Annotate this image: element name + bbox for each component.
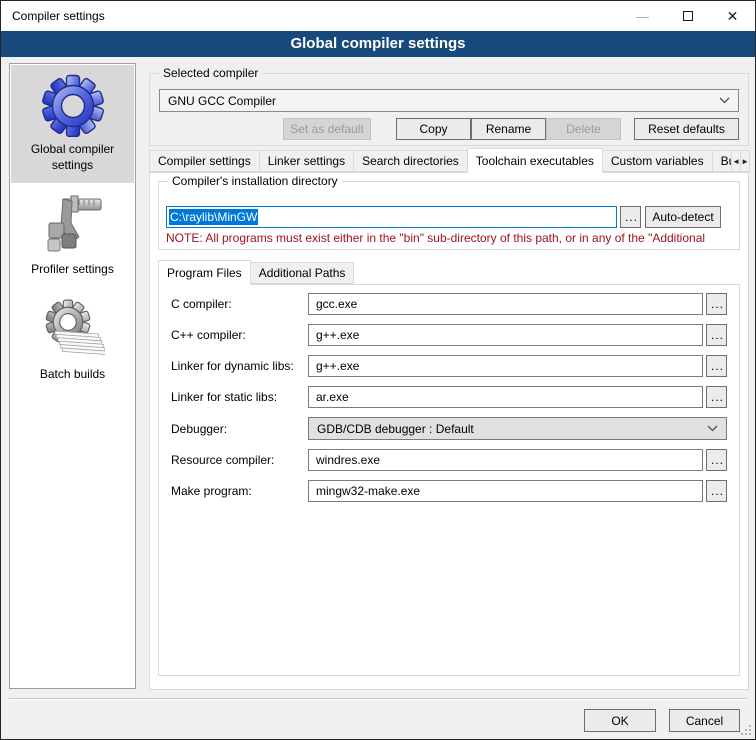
maximize-icon bbox=[683, 11, 693, 21]
field-row: C compiler: gcc.exe... bbox=[171, 293, 727, 315]
field-row: Debugger: GDB/CDB debugger : Default bbox=[171, 417, 727, 440]
field-label: Debugger: bbox=[171, 422, 308, 436]
minimize-button[interactable]: — bbox=[620, 1, 665, 31]
linker-for-dynamic-libs-browse-button[interactable]: ... bbox=[706, 355, 727, 377]
debugger-select[interactable]: GDB/CDB debugger : Default bbox=[308, 417, 727, 440]
input-value: gcc.exe bbox=[316, 297, 357, 311]
caliper-icon bbox=[41, 193, 105, 257]
resource-compiler-input[interactable]: windres.exe bbox=[308, 449, 703, 471]
installation-directory-group: Compiler's installation directory C:\ray… bbox=[158, 181, 740, 250]
installation-directory-group-label: Compiler's installation directory bbox=[168, 174, 342, 188]
directory-browse-button[interactable]: ... bbox=[620, 206, 641, 228]
tab-custom-variables[interactable]: Custom variables bbox=[602, 150, 713, 172]
rename-button[interactable]: Rename bbox=[471, 118, 546, 140]
compiler-actions: Set as default CopyRenameDelete Reset defa… bbox=[159, 118, 739, 140]
subtab-additional-paths[interactable]: Additional Paths bbox=[250, 262, 355, 284]
program-files-page: C compiler: gcc.exe... C++ compiler: g++… bbox=[158, 284, 740, 676]
bin-subdirectory-note: NOTE: All programs must exist either in … bbox=[166, 231, 732, 245]
settings-tabs: Compiler settingsLinker settingsSearch d… bbox=[149, 148, 749, 172]
selected-compiler-group-label: Selected compiler bbox=[159, 66, 262, 80]
title-bar: Compiler settings — ✕ bbox=[1, 1, 755, 31]
auto-detect-button[interactable]: Auto-detect bbox=[645, 206, 721, 228]
footer-divider bbox=[9, 698, 747, 700]
close-button[interactable]: ✕ bbox=[710, 1, 755, 31]
set-as-default-button[interactable]: Set as default bbox=[283, 118, 371, 140]
input-value: g++.exe bbox=[316, 328, 359, 342]
c-compiler-browse-button[interactable]: ... bbox=[706, 324, 727, 346]
resource-compiler-browse-button[interactable]: ... bbox=[706, 449, 727, 471]
field-label: Resource compiler: bbox=[171, 453, 308, 467]
toolchain-executables-page: Compiler's installation directory C:\ray… bbox=[149, 172, 749, 690]
program-files-tabs: Program FilesAdditional Paths bbox=[158, 260, 740, 284]
field-label: Linker for dynamic libs: bbox=[171, 359, 308, 373]
page-title: Global compiler settings bbox=[1, 31, 755, 57]
selected-compiler-group: Selected compiler GNU GCC Compiler Set a… bbox=[149, 73, 749, 146]
delete-button[interactable]: Delete bbox=[546, 118, 621, 140]
linker-for-static-libs-input[interactable]: ar.exe bbox=[308, 386, 703, 408]
input-value: ar.exe bbox=[316, 390, 349, 404]
input-value: g++.exe bbox=[316, 359, 359, 373]
window-controls: — ✕ bbox=[620, 1, 755, 31]
field-row: Make program: mingw32-make.exe... bbox=[171, 480, 727, 502]
c-compiler-input[interactable]: gcc.exe bbox=[308, 293, 703, 315]
ok-button[interactable]: OK bbox=[584, 709, 656, 732]
make-program-input[interactable]: mingw32-make.exe bbox=[308, 480, 703, 502]
compiler-select-value: GNU GCC Compiler bbox=[168, 94, 276, 108]
reset-defaults-button[interactable]: Reset defaults bbox=[634, 118, 739, 140]
input-value: mingw32-make.exe bbox=[316, 484, 420, 498]
installation-directory-row: C:\raylib\MinGW ... Auto-detect bbox=[166, 206, 732, 228]
linker-for-static-libs-browse-button[interactable]: ... bbox=[706, 386, 727, 408]
field-label: Make program: bbox=[171, 484, 308, 498]
installation-directory-value: C:\raylib\MinGW bbox=[169, 209, 258, 225]
settings-category-list: Global compiler settings Profiler settin… bbox=[9, 63, 136, 689]
chevron-down-icon bbox=[719, 97, 730, 104]
field-label: C++ compiler: bbox=[171, 328, 308, 342]
tab-toolchain-executables[interactable]: Toolchain executables bbox=[467, 148, 603, 173]
subtab-program-files[interactable]: Program Files bbox=[158, 260, 251, 285]
gear-stack-icon bbox=[41, 298, 105, 362]
c-compiler-input[interactable]: g++.exe bbox=[308, 324, 703, 346]
copy-button[interactable]: Copy bbox=[396, 118, 471, 140]
field-row: C++ compiler: g++.exe... bbox=[171, 324, 727, 346]
linker-for-dynamic-libs-input[interactable]: g++.exe bbox=[308, 355, 703, 377]
field-label: Linker for static libs: bbox=[171, 390, 308, 404]
tab-builc[interactable]: Builc bbox=[712, 150, 733, 172]
arrow-left-icon: ◄ bbox=[732, 157, 740, 166]
tab-linker-settings[interactable]: Linker settings bbox=[259, 150, 354, 172]
c-compiler-browse-button[interactable]: ... bbox=[706, 293, 727, 315]
sidebar-item-batch-builds[interactable]: Batch builds bbox=[11, 290, 134, 392]
select-value: GDB/CDB debugger : Default bbox=[317, 422, 474, 436]
cancel-button[interactable]: Cancel bbox=[669, 709, 740, 732]
sidebar-item-profiler-settings[interactable]: Profiler settings bbox=[11, 185, 134, 287]
tab-scroll-right-button[interactable]: ► bbox=[740, 150, 750, 172]
minimize-icon: — bbox=[636, 9, 649, 24]
window-title: Compiler settings bbox=[12, 9, 105, 23]
close-icon: ✕ bbox=[727, 8, 739, 25]
gear-blue-icon bbox=[41, 73, 105, 137]
compiler-select[interactable]: GNU GCC Compiler bbox=[159, 89, 739, 112]
main-panel: Selected compiler GNU GCC Compiler Set a… bbox=[149, 63, 749, 690]
chevron-down-icon bbox=[707, 425, 718, 432]
dialog-footer: OK Cancel bbox=[584, 709, 740, 732]
tab-compiler-settings[interactable]: Compiler settings bbox=[149, 150, 260, 172]
maximize-button[interactable] bbox=[665, 1, 710, 31]
resize-grip[interactable] bbox=[741, 725, 752, 736]
sidebar-item-global-compiler-settings[interactable]: Global compiler settings bbox=[11, 65, 134, 183]
arrow-right-icon: ► bbox=[741, 157, 749, 166]
field-row: Linker for static libs: ar.exe... bbox=[171, 386, 727, 408]
field-row: Linker for dynamic libs: g++.exe... bbox=[171, 355, 727, 377]
tab-search-directories[interactable]: Search directories bbox=[353, 150, 468, 172]
field-row: Resource compiler: windres.exe... bbox=[171, 449, 727, 471]
installation-directory-input[interactable]: C:\raylib\MinGW bbox=[166, 206, 617, 228]
field-label: C compiler: bbox=[171, 297, 308, 311]
make-program-browse-button[interactable]: ... bbox=[706, 480, 727, 502]
input-value: windres.exe bbox=[316, 453, 380, 467]
compiler-settings-window: { "window": { "title": "Compiler setting… bbox=[0, 0, 756, 740]
